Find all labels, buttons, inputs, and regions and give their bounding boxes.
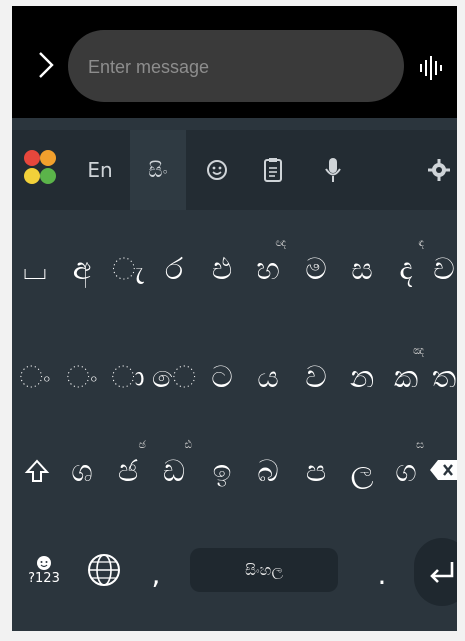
- key[interactable]: ප: [296, 446, 336, 496]
- settings-icon[interactable]: [422, 130, 456, 210]
- key[interactable]: ඩඪ: [154, 438, 194, 496]
- voice-input-icon[interactable]: [416, 54, 444, 82]
- key[interactable]: ශ: [62, 446, 102, 496]
- period-key[interactable]: .: [364, 546, 400, 602]
- emoji-small-icon: [37, 555, 51, 570]
- key[interactable]: ං: [62, 352, 102, 402]
- key[interactable]: ය: [248, 352, 288, 402]
- key[interactable]: ජඡ: [108, 438, 148, 496]
- message-input[interactable]: [86, 50, 380, 84]
- key[interactable]: ා: [108, 352, 148, 402]
- app-grid-icon[interactable]: [20, 130, 60, 210]
- space-bar[interactable]: සිංහල: [190, 548, 338, 592]
- tab-sinhala-label: සිං: [148, 158, 168, 182]
- key[interactable]: ට: [202, 352, 242, 402]
- enter-icon: [430, 562, 454, 583]
- key[interactable]: ච: [424, 244, 457, 294]
- keyboard-screen: En සිං: [12, 6, 457, 631]
- key[interactable]: ල: [342, 446, 382, 496]
- key[interactable]: ⌴: [18, 244, 52, 294]
- key[interactable]: ම: [296, 244, 336, 294]
- key[interactable]: හඥ: [248, 236, 288, 294]
- comma-key[interactable]: ,: [138, 546, 174, 602]
- mic-icon[interactable]: [316, 130, 350, 210]
- message-input-container[interactable]: [68, 30, 404, 102]
- key[interactable]: එ: [202, 244, 242, 294]
- clipboard-icon[interactable]: [256, 130, 290, 210]
- key[interactable]: ව: [296, 352, 336, 402]
- tab-sinhala[interactable]: සිං: [130, 130, 186, 210]
- key[interactable]: ෙ: [152, 352, 196, 402]
- key[interactable]: ත: [424, 352, 457, 402]
- backspace-icon[interactable]: [428, 456, 457, 484]
- key[interactable]: අ: [62, 244, 102, 294]
- key[interactable]: කඤ: [386, 344, 426, 402]
- key[interactable]: ං: [18, 352, 52, 402]
- key[interactable]: ර: [154, 244, 194, 294]
- language-globe-icon[interactable]: [84, 544, 124, 596]
- key[interactable]: බ: [248, 446, 288, 496]
- key[interactable]: ගඝ: [386, 438, 426, 496]
- enter-key[interactable]: [414, 538, 457, 606]
- key[interactable]: දඳ: [386, 236, 426, 294]
- keyboard-toolbar: En සිං: [12, 130, 457, 210]
- symbols-key[interactable]: ?123: [22, 544, 66, 596]
- key[interactable]: ැ: [108, 244, 148, 294]
- chevron-right-icon[interactable]: [34, 50, 58, 80]
- key[interactable]: න: [342, 352, 382, 402]
- tab-english-label: En: [87, 158, 113, 182]
- key[interactable]: ඉ: [202, 446, 242, 496]
- tab-english[interactable]: En: [78, 130, 122, 210]
- shift-icon[interactable]: [18, 446, 56, 496]
- key[interactable]: ස: [342, 244, 382, 294]
- compose-bar: [12, 6, 457, 118]
- emoji-icon[interactable]: [200, 130, 234, 210]
